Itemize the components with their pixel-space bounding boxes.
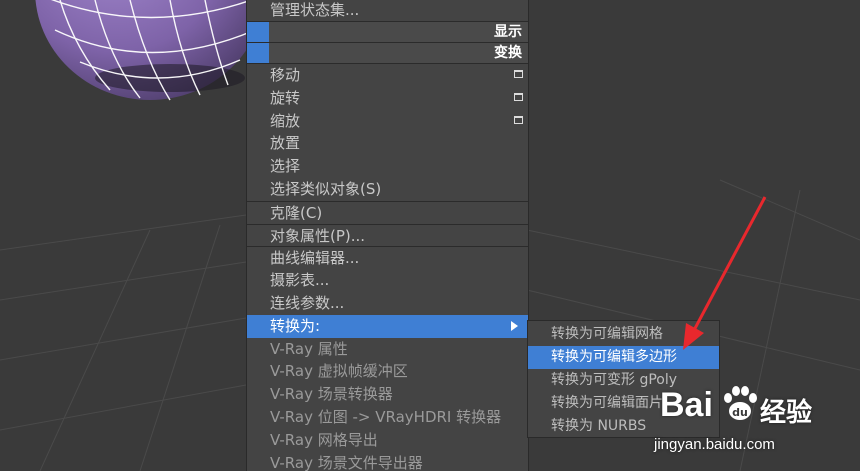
watermark-brand-left: Bai (660, 386, 713, 424)
svg-text:du: du (732, 406, 748, 419)
paw-logo-icon: du (724, 386, 757, 420)
baidu-watermark: Bai du 经验 jingyan.baidu.com (650, 372, 855, 462)
watermark-brand-right: 经验 (760, 398, 813, 428)
watermark-url: jingyan.baidu.com (654, 436, 775, 453)
